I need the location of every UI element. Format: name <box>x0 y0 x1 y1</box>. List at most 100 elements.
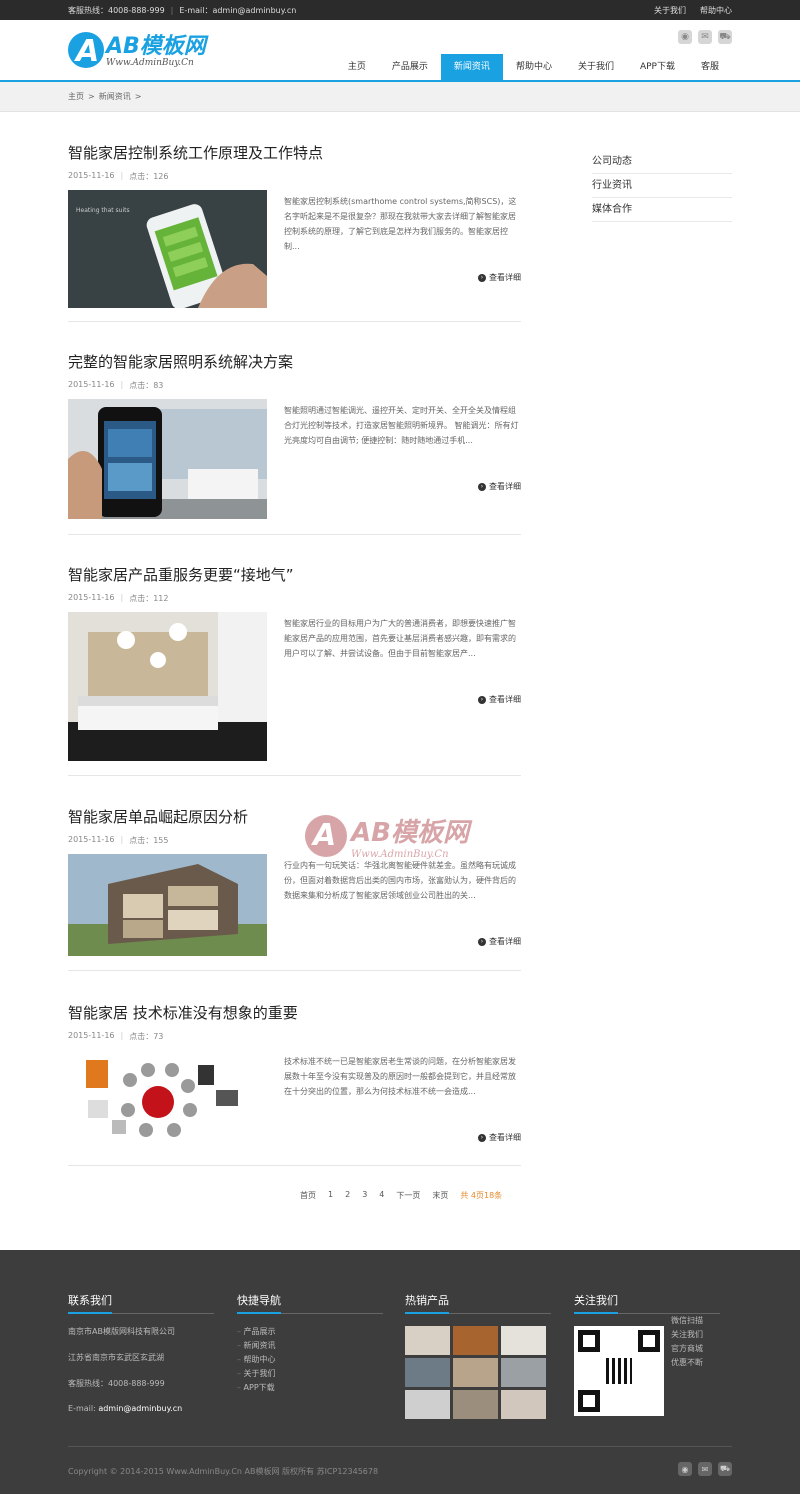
logo-url: Www.AdminBuy.Cn <box>106 58 194 68</box>
weibo-icon[interactable]: ◉ <box>678 30 692 44</box>
pager-page[interactable]: 4 <box>379 1190 384 1201</box>
cart-icon[interactable]: ⛟ <box>718 1462 732 1476</box>
wechat-icon[interactable]: ✉ <box>698 30 712 44</box>
arrow-circle-icon: › <box>478 1133 486 1142</box>
product-thumb[interactable] <box>405 1390 450 1419</box>
pager-last[interactable]: 末页 <box>432 1190 448 1201</box>
product-thumb[interactable] <box>453 1326 498 1355</box>
article-meta: 2015-11-16 | 点击：112 <box>68 593 169 603</box>
product-thumb[interactable] <box>501 1390 546 1419</box>
nav-home[interactable]: 主页 <box>335 54 379 80</box>
article-thumbnail[interactable]: Heating that suits <box>68 190 267 308</box>
top-bar: 客服热线：4008-888-999 | E-mail：admin@adminbu… <box>0 0 800 20</box>
main-nav: 主页 产品展示 新闻资讯 帮助中心 关于我们 APP下载 客服 <box>335 54 732 80</box>
footer-email[interactable]: admin@adminbuy.cn <box>98 1404 182 1413</box>
article-clicks: 点击：126 <box>129 172 169 181</box>
product-thumb[interactable] <box>453 1358 498 1387</box>
logo-mark: A <box>68 32 112 69</box>
cart-icon[interactable]: ⛟ <box>718 30 732 44</box>
product-thumb[interactable] <box>501 1326 546 1355</box>
nav-about[interactable]: 关于我们 <box>565 54 627 80</box>
arrow-circle-icon: › <box>478 695 486 704</box>
product-thumb[interactable] <box>501 1358 546 1387</box>
article-clicks: 点击：155 <box>129 836 169 845</box>
article-thumbnail[interactable] <box>68 854 267 956</box>
nav-app[interactable]: APP下载 <box>627 54 688 80</box>
pager-page[interactable]: 1 <box>328 1190 333 1201</box>
follow-text: 微信扫描 关注我们 官方商城 优惠不断 <box>671 1316 703 1367</box>
article-title[interactable]: 智能家居 技术标准没有想象的重要 <box>68 1002 521 1023</box>
watermark-url: Www.AdminBuy.Cn <box>351 849 449 860</box>
article-thumbnail[interactable] <box>68 399 267 519</box>
article-date: 2015-11-16 <box>68 171 115 180</box>
article-item: 智能家居 技术标准没有想象的重要 2015-11-16 | 点击：73 技术标准… <box>68 1002 521 1166</box>
pager-next[interactable]: 下一页 <box>396 1190 420 1201</box>
breadcrumb-home[interactable]: 主页 <box>68 91 84 102</box>
article-thumbnail[interactable] <box>68 1050 267 1150</box>
site-header: A AB模板网 Www.AdminBuy.Cn ◉ ✉ ⛟ 主页 产品展示 新闻… <box>0 20 800 82</box>
top-link-help[interactable]: 帮助中心 <box>700 5 732 16</box>
footer-hotline: 客服热线：4008-888-999 <box>68 1379 165 1388</box>
breadcrumb-current[interactable]: 新闻资讯 <box>99 91 131 102</box>
article-date: 2015-11-16 <box>68 835 115 844</box>
article-date: 2015-11-16 <box>68 593 115 602</box>
main-content: 智能家居控制系统工作原理及工作特点 2015-11-16 | 点击：126 He… <box>0 112 800 1249</box>
sidebar-item-industry-news[interactable]: 行业资讯 <box>592 174 732 198</box>
pager-page[interactable]: 2 <box>345 1190 350 1201</box>
article-title[interactable]: 智能家居产品重服务更要“接地气” <box>68 564 521 585</box>
footer-link[interactable]: 帮助中心 <box>237 1354 383 1368</box>
wechat-icon[interactable]: ✉ <box>698 1462 712 1476</box>
footer-email-row: E-mail: admin@adminbuy.cn <box>68 1404 214 1430</box>
nav-help[interactable]: 帮助中心 <box>503 54 565 80</box>
footer-link[interactable]: 关于我们 <box>237 1368 383 1382</box>
nav-products[interactable]: 产品展示 <box>379 54 441 80</box>
watermark-text: AB模板网 <box>351 818 469 848</box>
sidebar-item-media[interactable]: 媒体合作 <box>592 198 732 222</box>
weibo-icon[interactable]: ◉ <box>678 1462 692 1476</box>
article-thumbnail[interactable] <box>68 612 267 761</box>
top-links: 关于我们 帮助中心 <box>654 5 732 16</box>
article-excerpt: 智能家居控制系统(smarthome control systems,简称SCS… <box>284 197 517 251</box>
product-thumb[interactable] <box>405 1326 450 1355</box>
product-thumb[interactable] <box>405 1358 450 1387</box>
read-more-link[interactable]: › 查看详细 <box>478 1132 521 1143</box>
read-more-label: 查看详细 <box>489 695 521 704</box>
article-meta: 2015-11-16 | 点击：73 <box>68 1031 164 1041</box>
read-more-label: 查看详细 <box>489 482 521 491</box>
footer-company: 南京市AB模版网科技有限公司 <box>68 1327 175 1336</box>
nav-news[interactable]: 新闻资讯 <box>440 54 503 80</box>
logo-text: AB模板网 <box>106 34 206 59</box>
article-title[interactable]: 智能家居控制系统工作原理及工作特点 <box>68 142 521 163</box>
top-contact: 客服热线：4008-888-999 | E-mail：admin@adminbu… <box>68 5 296 16</box>
footer-link[interactable]: 新闻资讯 <box>237 1340 383 1354</box>
read-more-label: 查看详细 <box>489 937 521 946</box>
footer-divider <box>68 1446 732 1447</box>
pager-first[interactable]: 首页 <box>300 1190 316 1201</box>
sidebar-item-company-news[interactable]: 公司动态 <box>592 150 732 174</box>
product-thumb[interactable] <box>453 1390 498 1419</box>
top-separator: | <box>170 5 174 15</box>
article-title[interactable]: 完整的智能家居照明系统解决方案 <box>68 351 521 372</box>
footer-icons: ◉ ✉ ⛟ <box>678 1462 732 1476</box>
footer-follow-title: 关注我们 <box>574 1292 618 1314</box>
top-link-about[interactable]: 关于我们 <box>654 5 686 16</box>
read-more-link[interactable]: › 查看详细 <box>478 694 521 705</box>
footer-hot-title: 热销产品 <box>405 1292 449 1314</box>
read-more-label: 查看详细 <box>489 273 521 282</box>
product-grid <box>405 1326 551 1419</box>
pager-page[interactable]: 3 <box>362 1190 367 1201</box>
read-more-link[interactable]: › 查看详细 <box>478 936 521 947</box>
qr-code[interactable] <box>574 1326 664 1416</box>
read-more-link[interactable]: › 查看详细 <box>478 272 521 283</box>
watermark: A AB模板网 Www.AdminBuy.Cn <box>305 812 469 860</box>
footer-link[interactable]: APP下载 <box>237 1382 383 1396</box>
email-text: E-mail：admin@adminbuy.cn <box>179 5 297 15</box>
article-excerpt: 技术标准不统一已是智能家居老生常谈的问题，在分析智能家居发展数十年至今没有实现普… <box>284 1057 516 1096</box>
logo[interactable]: A AB模板网 Www.AdminBuy.Cn <box>68 32 206 69</box>
article-clicks: 点击：73 <box>129 1032 164 1041</box>
pagination: 首页 1 2 3 4 下一页 末页 共 4页18条 <box>300 1190 502 1201</box>
footer-link[interactable]: 产品展示 <box>237 1326 383 1340</box>
read-more-link[interactable]: › 查看详细 <box>478 481 521 492</box>
article-date: 2015-11-16 <box>68 380 115 389</box>
nav-service[interactable]: 客服 <box>688 54 732 80</box>
